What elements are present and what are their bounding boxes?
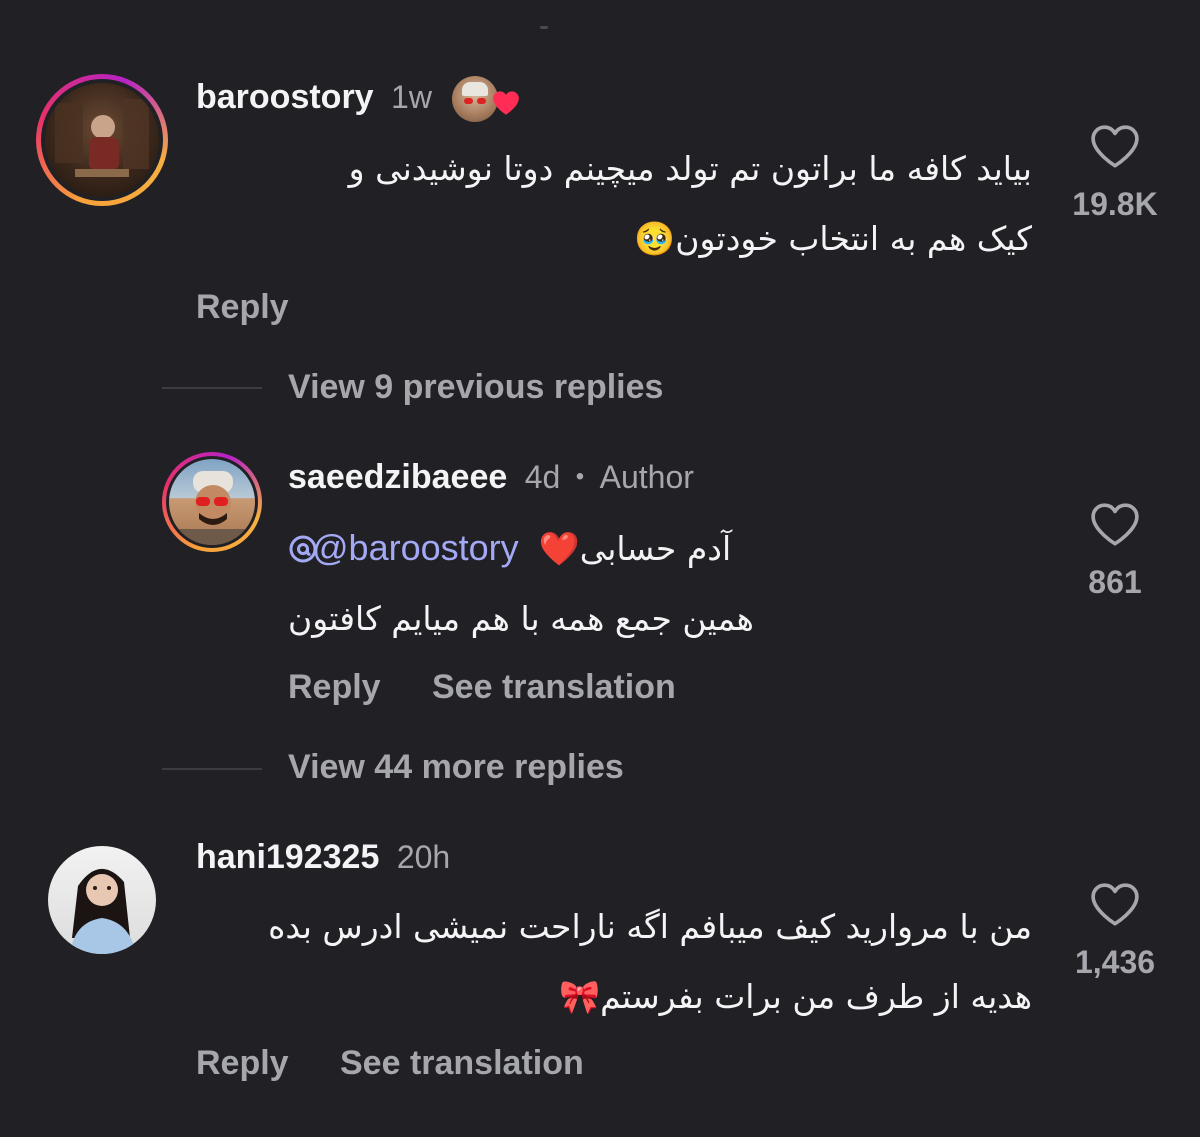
- avatar-baroostory[interactable]: [36, 74, 168, 206]
- comment-time: 20h: [396, 839, 451, 875]
- sheet-drag-handle[interactable]: [540, 26, 548, 29]
- like-count: 1,436: [1074, 944, 1156, 980]
- cafe-photo-icon: [55, 99, 149, 177]
- heart-outline-icon[interactable]: [1090, 502, 1140, 548]
- username-saeedzibaeee[interactable]: saeedzibaeee: [288, 458, 507, 496]
- comment-line: بیاید کافه ما براتون تم تولد میچینم دوتا…: [348, 149, 1032, 188]
- view-previous-replies-button[interactable]: View 9 previous replies: [288, 368, 663, 407]
- like-count: 19.8K: [1072, 186, 1158, 222]
- like-count: 861: [1088, 564, 1142, 600]
- comment-line: کیک هم به انتخاب خودتون🥹: [634, 219, 1032, 258]
- reply-button[interactable]: Reply: [196, 288, 289, 327]
- reply-button[interactable]: Reply: [288, 668, 381, 707]
- comment-first-line: @baroostory آدم حسابی❤️: [288, 518, 788, 578]
- avatar-saeedzibaeee[interactable]: [162, 452, 262, 552]
- mention-link[interactable]: @baroostory: [288, 527, 529, 568]
- comment-body: من با مروارید کیف میبافم اگه ناراحت نمیش…: [268, 892, 1032, 1032]
- comment-body: بیاید کافه ما براتون تم تولد میچینم دوتا…: [349, 134, 1032, 274]
- meta-separator: •: [575, 463, 585, 490]
- comment-line: آدم حسابی❤️: [538, 529, 732, 568]
- see-translation-button[interactable]: See translation: [432, 668, 676, 707]
- see-translation-button[interactable]: See translation: [340, 1044, 584, 1083]
- comment-line: هدیه از طرف من برات بفرستم🎀: [558, 977, 1032, 1016]
- avatar-hani192325[interactable]: [48, 846, 156, 954]
- username-baroostory[interactable]: baroostory: [196, 78, 374, 116]
- heart-outline-icon[interactable]: [1090, 882, 1140, 928]
- thread-divider: [162, 387, 262, 389]
- comment-time: 1w: [391, 79, 432, 115]
- mention-text[interactable]: @baroostory: [312, 527, 519, 568]
- profile-photo-icon: [70, 868, 136, 954]
- author-photo-icon: [169, 471, 255, 545]
- reply-button[interactable]: Reply: [196, 1044, 289, 1083]
- comment-line: همین جمع همه با هم میایم کافتون: [288, 599, 754, 638]
- thread-divider: [162, 768, 262, 770]
- author-badge: Author: [599, 459, 694, 495]
- username-hani192325[interactable]: hani192325: [196, 838, 379, 876]
- comment-line: من با مروارید کیف میبافم اگه ناراحت نمیش…: [268, 907, 1032, 946]
- view-more-replies-button[interactable]: View 44 more replies: [288, 748, 624, 787]
- comment-time: 4d: [524, 459, 561, 495]
- author-liked-badge: [452, 76, 522, 122]
- red-heart-icon: [493, 91, 519, 115]
- heart-outline-icon[interactable]: [1090, 124, 1140, 170]
